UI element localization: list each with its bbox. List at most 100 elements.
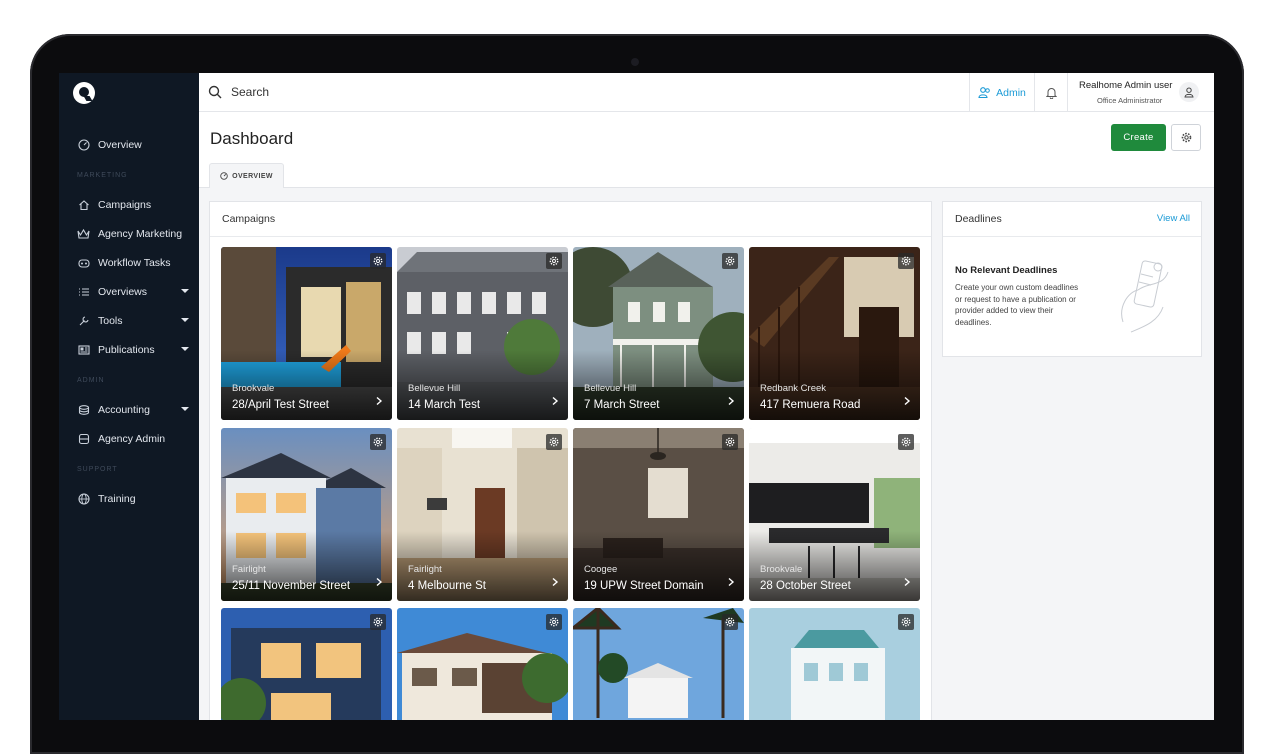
search-input[interactable] — [231, 83, 531, 101]
empty-state-body: Create your own custom deadlines or requ… — [955, 283, 1079, 327]
sidebar-item-workflow-tasks[interactable]: Workflow Tasks — [77, 253, 193, 273]
sidebar-item-label: Workflow Tasks — [98, 257, 171, 269]
sidebar-item-overview[interactable]: Overview — [77, 135, 193, 155]
chevron-right-icon — [376, 396, 383, 406]
tab-overview-label: OVERVIEW — [232, 172, 273, 180]
card-street: 14 March Test — [408, 399, 481, 411]
speedometer-icon — [77, 139, 90, 152]
sidebar-item-label: Agency Admin — [98, 433, 166, 445]
view-all-link[interactable]: View All — [1157, 213, 1190, 224]
admin-switch-button[interactable]: Admin — [969, 73, 1034, 112]
chevron-right-icon — [552, 577, 559, 587]
speedometer-icon — [220, 172, 228, 180]
gear-icon[interactable] — [370, 253, 386, 269]
sidebar-item-label: Tools — [98, 315, 123, 327]
card-suburb: Bellevue Hill — [584, 383, 637, 394]
home-icon — [77, 199, 90, 212]
create-button[interactable]: Create — [1111, 124, 1166, 151]
chevron-right-icon — [376, 577, 383, 587]
chevron-right-icon — [904, 396, 911, 406]
campaign-card[interactable]: Bellevue Hill 7 March Street — [573, 247, 744, 420]
sidebar: Overview MARKETING Campaigns Agency Mark… — [59, 73, 199, 720]
hand-phone-illustration — [1121, 260, 1169, 333]
crown-icon — [77, 228, 90, 241]
sidebar-item-label: Campaigns — [98, 199, 152, 211]
campaign-card[interactable] — [221, 608, 392, 720]
wrench-icon — [77, 315, 90, 328]
sidebar-item-agency-admin[interactable]: Agency Admin — [77, 429, 193, 449]
user-icon — [1184, 87, 1194, 97]
campaign-card[interactable]: Bellevue Hill 14 March Test — [397, 247, 568, 420]
sidebar-item-label: Accounting — [98, 404, 150, 416]
caret-down-icon — [181, 347, 189, 351]
campaign-card[interactable] — [749, 608, 920, 720]
user-avatar[interactable] — [1179, 82, 1199, 102]
campaigns-title: Campaigns — [222, 213, 276, 225]
gear-icon[interactable] — [546, 614, 562, 630]
gear-icon[interactable] — [898, 253, 914, 269]
page-title: Dashboard — [210, 129, 294, 148]
campaign-card[interactable]: Redbank Creek 417 Remuera Road — [749, 247, 920, 420]
top-bar: Admin Realhome Admin user Office Adminis… — [199, 73, 1214, 112]
sidebar-item-publications[interactable]: Publications — [77, 340, 193, 360]
admin-label: Admin — [996, 86, 1026, 99]
database-icon — [77, 433, 90, 446]
campaign-card[interactable]: Fairlight 4 Melbourne St — [397, 428, 568, 601]
user-name: Realhome Admin user — [1079, 80, 1173, 91]
sidebar-item-agency-marketing[interactable]: Agency Marketing — [77, 224, 193, 244]
chevron-right-icon — [552, 396, 559, 406]
gear-icon[interactable] — [546, 253, 562, 269]
gear-icon[interactable] — [722, 434, 738, 450]
campaign-card[interactable]: Fairlight 25/11 November Street — [221, 428, 392, 601]
sidebar-item-campaigns[interactable]: Campaigns — [77, 195, 193, 215]
laptop-camera — [631, 58, 639, 66]
card-suburb: Coogee — [584, 564, 618, 575]
divider — [943, 236, 1201, 237]
gear-icon[interactable] — [722, 614, 738, 630]
sidebar-item-label: Publications — [98, 344, 155, 356]
chevron-right-icon — [728, 396, 735, 406]
gear-icon[interactable] — [546, 434, 562, 450]
list-icon — [77, 286, 90, 299]
campaign-card[interactable]: Coogee 19 UPW Street Domain — [573, 428, 744, 601]
campaign-card[interactable]: Brookvale 28 October Street — [749, 428, 920, 601]
dashboard-settings-button[interactable] — [1171, 124, 1201, 151]
gear-icon[interactable] — [722, 253, 738, 269]
sidebar-item-label: Training — [98, 493, 136, 505]
card-suburb: Brookvale — [232, 383, 275, 394]
gear-icon — [1181, 132, 1191, 143]
campaign-card[interactable] — [573, 608, 744, 720]
chevron-right-icon — [904, 577, 911, 587]
gear-icon[interactable] — [898, 614, 914, 630]
notifications-button[interactable] — [1034, 73, 1068, 112]
card-street: 28/April Test Street — [232, 399, 329, 411]
gear-icon[interactable] — [370, 434, 386, 450]
workflow-icon — [77, 257, 90, 270]
sidebar-item-overviews[interactable]: Overviews — [77, 282, 193, 302]
gear-icon[interactable] — [370, 614, 386, 630]
campaign-card[interactable] — [397, 608, 568, 720]
globe-icon — [77, 493, 90, 506]
sidebar-item-tools[interactable]: Tools — [77, 311, 193, 331]
tab-overview[interactable]: OVERVIEW — [209, 163, 284, 188]
section-label-admin: ADMIN — [77, 377, 105, 384]
coins-icon — [77, 404, 90, 417]
property-photo — [221, 608, 392, 720]
property-photo — [573, 608, 744, 720]
card-suburb: Bellevue Hill — [408, 383, 461, 394]
app-logo[interactable] — [73, 82, 95, 104]
sidebar-item-accounting[interactable]: Accounting — [77, 400, 193, 420]
campaign-card[interactable]: Brookvale 28/April Test Street — [221, 247, 392, 420]
gear-icon[interactable] — [898, 434, 914, 450]
card-street: 28 October Street — [760, 580, 851, 592]
caret-down-icon — [181, 289, 189, 293]
caret-down-icon — [181, 318, 189, 322]
empty-state-title: No Relevant Deadlines — [955, 265, 1058, 276]
chevron-right-icon — [728, 577, 735, 587]
bell-icon — [1045, 87, 1057, 99]
sidebar-item-training[interactable]: Training — [77, 489, 193, 509]
sidebar-item-label: Overviews — [98, 286, 148, 298]
user-role: Office Administrator — [1097, 96, 1163, 105]
card-street: 19 UPW Street Domain — [584, 580, 704, 592]
caret-down-icon — [181, 407, 189, 411]
